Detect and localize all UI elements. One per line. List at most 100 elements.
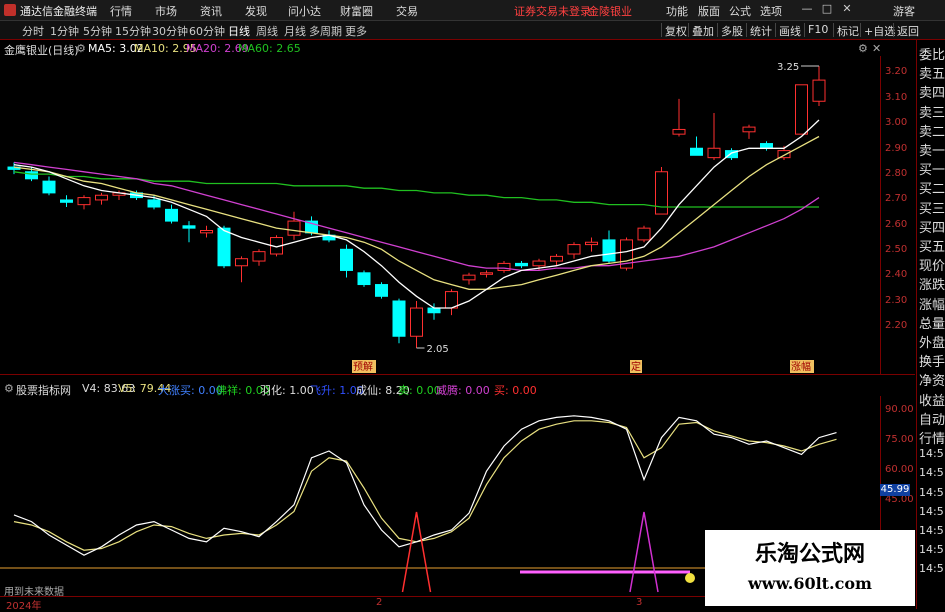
y-tick: 2.80 bbox=[885, 168, 908, 179]
menu-layout[interactable]: 版面 bbox=[698, 3, 720, 19]
quote-field-label: 卖四 bbox=[919, 86, 945, 102]
toolbar-button[interactable]: 多股 bbox=[717, 23, 746, 38]
quote-field-label: 14:5 bbox=[919, 466, 944, 480]
candle-body bbox=[812, 79, 826, 102]
candle-body bbox=[497, 262, 511, 271]
date-tick: 3 bbox=[636, 597, 643, 608]
candle-body bbox=[392, 300, 406, 337]
y-tick: 2.20 bbox=[885, 320, 908, 331]
menu-function[interactable]: 功能 bbox=[666, 3, 688, 19]
menu-item[interactable]: 问小达 bbox=[288, 3, 321, 19]
period-tab[interactable]: 多周期 bbox=[309, 23, 342, 39]
candle-body bbox=[742, 126, 756, 133]
candle-body bbox=[445, 291, 458, 309]
candle-body bbox=[532, 260, 546, 267]
candle-body bbox=[60, 199, 73, 203]
toolbar-button[interactable]: 统计 bbox=[746, 23, 775, 38]
quote-field-label: 买一 bbox=[919, 163, 945, 179]
quote-field-label: 14:5 bbox=[919, 562, 944, 576]
toolbar-button[interactable]: 标记 bbox=[833, 23, 862, 38]
y-tick: 3.10 bbox=[885, 92, 908, 103]
stock-name-title: 金陵银业 bbox=[588, 5, 632, 18]
quote-field-label: 现价 bbox=[919, 259, 945, 275]
chart-settings-icon[interactable]: ⚙ bbox=[858, 42, 868, 55]
period-toolbar: 分时 1分钟 5分钟 15分钟 30分钟 60分钟 日线 周线 月线 多周期 更… bbox=[0, 21, 945, 40]
title-bar: 通达信金融终端 行情 市场 资讯 发现 问小达 财富圈 交易 证券交易未登录 金… bbox=[0, 0, 945, 21]
period-tab[interactable]: 15分钟 bbox=[115, 23, 151, 39]
login-warning[interactable]: 证券交易未登录 bbox=[514, 3, 591, 19]
quote-field-label: 14:5 bbox=[919, 543, 944, 557]
menu-item[interactable]: 交易 bbox=[396, 3, 418, 19]
menu-options[interactable]: 选项 bbox=[760, 3, 782, 19]
candle-body bbox=[147, 199, 161, 208]
watermark-url: www.60lt.com bbox=[748, 574, 872, 593]
candle-body bbox=[637, 227, 651, 241]
candle-body bbox=[165, 208, 178, 222]
ma60-line bbox=[13, 171, 819, 208]
toolbar-button[interactable]: 叠加 bbox=[688, 23, 717, 38]
menu-item[interactable]: 行情 bbox=[110, 3, 132, 19]
menu-item[interactable]: 市场 bbox=[155, 3, 177, 19]
watermark-title: 乐淘公式网 bbox=[754, 541, 865, 567]
quote-field-label: 总量 bbox=[919, 316, 945, 332]
period-tab[interactable]: 1分钟 bbox=[50, 23, 79, 39]
candle-body bbox=[287, 220, 301, 236]
menu-item[interactable]: 发现 bbox=[245, 3, 267, 19]
ma20-line bbox=[13, 161, 820, 272]
toolbar-button[interactable]: F10 bbox=[804, 23, 831, 37]
candle-body bbox=[182, 225, 196, 229]
period-tab-more[interactable]: 更多 bbox=[345, 23, 367, 39]
close-icon[interactable]: ✕ bbox=[838, 2, 856, 18]
candle-body bbox=[655, 171, 668, 215]
toolbar-button[interactable]: 返回 bbox=[893, 23, 922, 38]
period-tab-active[interactable]: 日线 bbox=[228, 23, 250, 39]
period-tab[interactable]: 5分钟 bbox=[83, 23, 112, 39]
quote-field-label: 行情 bbox=[919, 432, 945, 447]
app-name: 通达信金融终端 bbox=[20, 5, 97, 18]
period-tab[interactable]: 月线 bbox=[284, 23, 306, 39]
candle-body bbox=[795, 84, 808, 135]
watermark: 乐淘公式网 www.60lt.com bbox=[705, 530, 915, 606]
close-panel-icon[interactable]: ✕ bbox=[872, 42, 881, 55]
candle-body bbox=[77, 197, 91, 206]
ma60-label: MA60: 2.65 bbox=[238, 42, 301, 55]
indicator-info-bar: ⚙ 股票指标网 V4: 83.63 V5: 79.44 大涨买: 0.00 佛祥:… bbox=[0, 380, 915, 397]
period-tab[interactable]: 分时 bbox=[22, 23, 44, 39]
y-tick: 3.00 bbox=[885, 117, 908, 128]
candle-body bbox=[550, 255, 563, 262]
event-badge-label: 预解 bbox=[353, 360, 373, 373]
quote-field-label: 自动 bbox=[919, 412, 945, 428]
maximize-icon[interactable]: □ bbox=[818, 2, 836, 18]
quote-field-label: 卖三 bbox=[919, 105, 945, 121]
guest-label[interactable]: 游客 bbox=[893, 3, 915, 19]
candle-body bbox=[217, 227, 231, 267]
candlestick-chart[interactable]: 3.25 2.05 预解 定 涨幅 bbox=[0, 56, 880, 374]
candle-body bbox=[567, 244, 581, 255]
candle-body bbox=[25, 171, 38, 180]
toolbar-button[interactable]: 复权 bbox=[661, 23, 690, 38]
minimize-icon[interactable]: — bbox=[798, 2, 816, 18]
y-tick: 2.70 bbox=[885, 193, 908, 204]
current-value-badge: 45.99 bbox=[880, 484, 910, 496]
settings-icon[interactable]: ⚙ bbox=[76, 42, 86, 55]
main-info-bar: 金鹰银业(日线) ⚙ MA5: 3.02 MA10: 2.95 MA20: 2.… bbox=[0, 40, 915, 57]
candle-body bbox=[480, 272, 493, 275]
period-tab[interactable]: 60分钟 bbox=[189, 23, 225, 39]
candle-body bbox=[672, 128, 686, 135]
candle-body bbox=[690, 147, 703, 156]
quote-field-label: 买二 bbox=[919, 182, 945, 198]
candle-body bbox=[95, 194, 108, 201]
quote-field-label: 14:5 bbox=[919, 524, 944, 537]
toolbar-button[interactable]: 画线 bbox=[775, 23, 804, 38]
period-tab[interactable]: 30分钟 bbox=[152, 23, 188, 39]
menu-formula[interactable]: 公式 bbox=[729, 3, 751, 19]
quote-field-label: 卖五 bbox=[919, 67, 945, 83]
menu-item[interactable]: 财富圈 bbox=[340, 3, 373, 19]
menu-item[interactable]: 资讯 bbox=[200, 3, 222, 19]
settings-icon[interactable]: ⚙ bbox=[4, 382, 14, 395]
quote-field-label: 买四 bbox=[919, 220, 945, 236]
low-label: 2.05 bbox=[427, 344, 449, 355]
period-tab[interactable]: 周线 bbox=[256, 23, 278, 39]
signal-spike bbox=[401, 511, 432, 593]
candle-body bbox=[707, 147, 721, 159]
